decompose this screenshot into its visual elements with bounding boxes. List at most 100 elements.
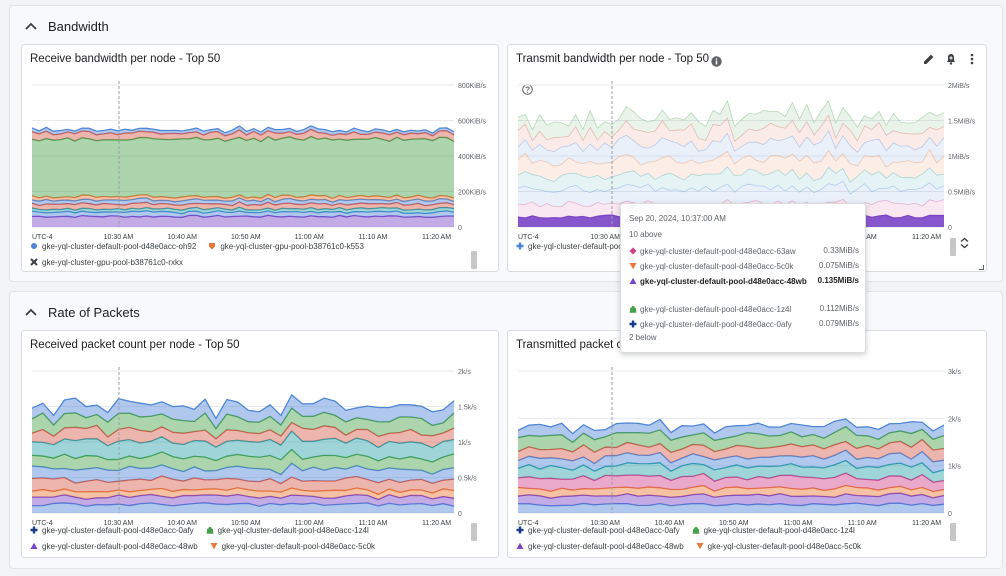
chart-legend: gke-yql-cluster-default-pool-d48e0acc-oh…	[30, 238, 376, 270]
chart-legend: gke-yql-cluster-default-pool-d48e0acc-0a…	[30, 522, 387, 554]
legend-scrollbar[interactable]	[471, 523, 477, 541]
tooltip-row: gke-yql-cluster-default-pool-d48e0acc-0a…	[629, 319, 859, 330]
bag-marker-icon	[629, 305, 637, 313]
legend-item[interactable]: gke-yql-cluster-default-pool-d48e0acc-oh…	[30, 242, 196, 251]
chart-svg: 800KiB/s600KiB/s400KiB/s200KiB/s0UTC-4 10…	[31, 81, 487, 241]
info-icon[interactable]	[708, 53, 724, 69]
tooltip-series-name: gke-yql-cluster-default-pool-d48e0acc-0a…	[640, 320, 792, 329]
tooltip-below-count: 2 below	[629, 333, 657, 342]
x-tick-label: 11:20 AM	[422, 234, 451, 241]
legend-row: gke-yql-cluster-default-pool-d48e0acc-0a…	[516, 522, 873, 538]
legend-label: gke-yql-cluster-default-pool-d48e0acc-1z…	[217, 525, 369, 535]
tri-down-marker-icon	[629, 263, 637, 270]
y-tick-label: 1.5k/s	[458, 405, 477, 412]
tooltip-series-name: gke-yql-cluster-default-pool-d48e0acc-48…	[640, 277, 807, 286]
legend-scrollbar[interactable]	[471, 251, 477, 269]
tooltip-series-value: 0.135MiB/s	[817, 276, 859, 285]
tooltip-series-value: 0.079MiB/s	[818, 319, 859, 328]
y-tick-label: 0.5k/s	[458, 476, 477, 483]
chart-legend: gke-yql-cluster-default-pool-d48e0acc-0a…	[516, 522, 873, 554]
legend-label: gke-yql-cluster-default-pool-d48e0acc-5c…	[221, 541, 376, 551]
x-tick-label: 11:20 AM	[422, 520, 451, 527]
tooltip-series-value: 0.33MiB/s	[823, 246, 859, 255]
tooltip-above-count: 10 above	[629, 230, 662, 239]
legend-item[interactable]: gke-yql-cluster-gpu-pool-b38761c0-k553	[208, 242, 364, 251]
tooltip-row: gke-yql-cluster-default-pool-d48e0acc-1z…	[629, 304, 859, 315]
section-title: Bandwidth	[48, 18, 109, 34]
y-tick-label: 800KiB/s	[458, 83, 487, 90]
chevron-up-icon[interactable]	[20, 15, 42, 37]
legend-item[interactable]: gke-yql-cluster-default-pool-d48e0acc-48…	[30, 542, 198, 551]
add-alert-icon[interactable]	[943, 51, 959, 67]
legend-item[interactable]: gke-yql-cluster-default-pool	[516, 242, 625, 251]
tooltip-series-name: gke-yql-cluster-default-pool-d48e0acc-63…	[640, 247, 796, 256]
circle-marker-icon	[31, 243, 37, 249]
legend-row: gke-yql-cluster-default-pool-d48e0acc-48…	[30, 538, 387, 554]
expand-icon[interactable]	[956, 235, 972, 251]
legend-row: gke-yql-cluster-default-pool-d48e0acc-48…	[516, 538, 873, 554]
legend-label: gke-yql-cluster-gpu-pool-b38761c0-k553	[220, 241, 364, 251]
resize-handle-icon[interactable]	[979, 265, 984, 270]
legend-item[interactable]: gke-yql-cluster-default-pool-d48e0acc-48…	[516, 542, 684, 551]
tooltip-series-name: gke-yql-cluster-default-pool-d48e0acc-1z…	[640, 305, 792, 314]
chart-svg: 3k/s2k/s1k/s0UTC-4 10:30 AM 10:40 AM 10:50 …	[517, 367, 961, 527]
legend-scrollbar[interactable]	[950, 523, 956, 541]
tooltip-series-value: 0.075MiB/s	[818, 261, 859, 270]
y-tick-label: 1MiB/s	[948, 154, 970, 161]
x-marker-icon	[30, 258, 38, 266]
tooltip-series-value: 0.112MiB/s	[819, 304, 859, 313]
triangle-marker-icon	[516, 542, 524, 549]
cross-marker-icon	[516, 242, 524, 250]
diamond-marker-icon	[629, 247, 637, 255]
y-tick-label: 1k/s	[458, 440, 471, 447]
y-tick-label: 1.5MiB/s	[948, 119, 976, 126]
legend-row: gke-yql-cluster-gpu-pool-b38761c0-rxkx	[30, 254, 376, 270]
y-tick-label: 0.5MiB/s	[948, 190, 976, 197]
chart-svg: 2k/s1.5k/s1k/s0.5k/s0UTC-4 10:30 AM 10:40 …	[31, 367, 477, 527]
legend-item[interactable]: gke-yql-cluster-default-pool-d48e0acc-1z…	[692, 526, 855, 535]
chart-title: Receive bandwidth per node - Top 50	[30, 53, 221, 65]
y-tick-label: 0	[948, 511, 952, 518]
tooltip-series-name: gke-yql-cluster-default-pool-d48e0acc-5c…	[640, 262, 794, 271]
legend-item[interactable]: gke-yql-cluster-default-pool-d48e0acc-5c…	[210, 542, 375, 551]
edit-icon[interactable]	[921, 51, 937, 67]
packets-section-header[interactable]: Rate of Packets	[20, 301, 140, 323]
section-title: Rate of Packets	[48, 304, 140, 320]
cross-marker-icon	[629, 320, 637, 328]
legend-row: gke-yql-cluster-default-pool-d48e0acc-oh…	[30, 238, 376, 254]
series-area[interactable]	[32, 136, 454, 199]
more-vert-icon[interactable]	[964, 51, 980, 67]
legend-label: gke-yql-cluster-gpu-pool-b38761c0-rxkx	[42, 257, 183, 267]
legend-label: gke-yql-cluster-default-pool	[528, 241, 625, 251]
bandwidth-section-header[interactable]: Bandwidth	[20, 15, 109, 37]
legend-label: gke-yql-cluster-default-pool-d48e0acc-oh…	[42, 241, 197, 251]
legend-label: gke-yql-cluster-default-pool-d48e0acc-1z…	[703, 525, 855, 535]
tooltip-row: gke-yql-cluster-default-pool-d48e0acc-48…	[629, 276, 859, 287]
bag-marker-icon	[692, 526, 699, 534]
y-tick-label: 2MiB/s	[948, 83, 970, 90]
tri-down-marker-icon	[696, 543, 704, 550]
y-tick-label: 3k/s	[948, 369, 961, 376]
legend-item[interactable]: gke-yql-cluster-default-pool-d48e0acc-0a…	[30, 526, 194, 535]
legend-item[interactable]: gke-yql-cluster-gpu-pool-b38761c0-rxkx	[30, 258, 183, 267]
cross-marker-icon	[516, 526, 524, 534]
chart-title: Transmit bandwidth per node - Top 50	[516, 53, 710, 65]
legend-item[interactable]: gke-yql-cluster-default-pool-d48e0acc-5c…	[696, 542, 861, 551]
received-packets-card: Received packet count per node - Top 50 …	[21, 330, 499, 558]
chevron-up-icon[interactable]	[20, 301, 42, 323]
shield-marker-icon	[209, 243, 216, 250]
receive-bandwidth-card: Receive bandwidth per node - Top 50 800K…	[21, 44, 499, 272]
y-tick-label: 0	[458, 511, 462, 518]
y-tick-label: 400KiB/s	[458, 154, 487, 161]
triangle-marker-icon	[30, 542, 38, 549]
y-tick-label: 0	[458, 225, 462, 232]
y-tick-label: 1k/s	[948, 464, 961, 471]
legend-item[interactable]: gke-yql-cluster-default-pool-d48e0acc-0a…	[516, 526, 680, 535]
legend-label: gke-yql-cluster-default-pool-d48e0acc-48…	[528, 541, 684, 551]
legend-item[interactable]: gke-yql-cluster-default-pool-d48e0acc-1z…	[206, 526, 369, 535]
legend-label: gke-yql-cluster-default-pool-d48e0acc-0a…	[528, 525, 680, 535]
y-tick-label: 2k/s	[458, 369, 471, 376]
bag-marker-icon	[206, 526, 213, 534]
legend-label: gke-yql-cluster-default-pool-d48e0acc-5c…	[707, 541, 862, 551]
y-tick-label: 600KiB/s	[458, 119, 487, 126]
